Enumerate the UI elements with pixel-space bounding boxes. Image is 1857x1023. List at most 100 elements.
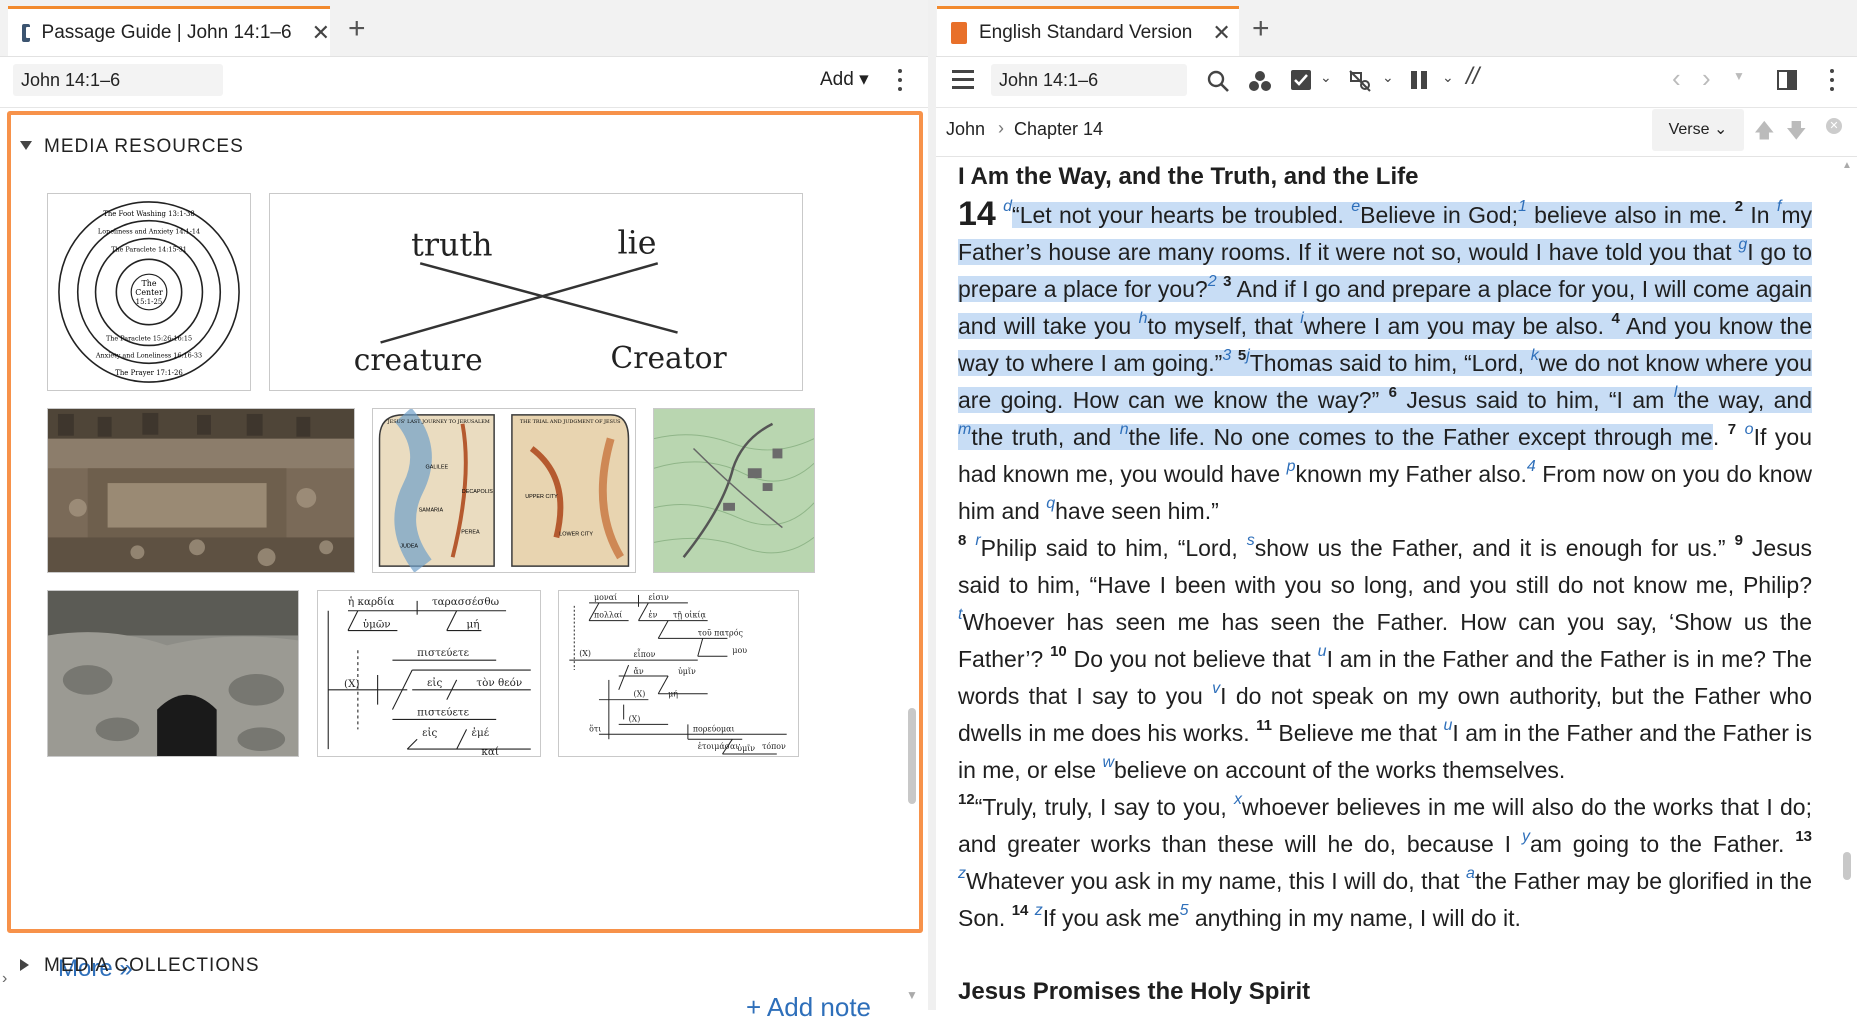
- greek-word: εἶπον: [634, 649, 656, 659]
- footnote[interactable]: 2: [1208, 273, 1217, 290]
- verse-dropdown[interactable]: Verse ⌄: [1652, 109, 1744, 151]
- breadcrumb-separator-icon: ›: [998, 118, 1004, 138]
- breadcrumb-chapter[interactable]: Chapter 14: [1014, 119, 1103, 140]
- cross-reference[interactable]: m: [958, 421, 971, 438]
- cross-reference[interactable]: d: [1003, 198, 1012, 215]
- verse-text: where I am you may be also.: [1303, 313, 1612, 339]
- cross-reference[interactable]: n: [1120, 421, 1129, 438]
- tab-title: English Standard Version: [979, 21, 1193, 43]
- cross-reference[interactable]: q: [1046, 495, 1055, 512]
- section-title: MEDIA COLLECTIONS: [44, 955, 260, 976]
- greek-word: (X): [579, 649, 591, 658]
- greek-diagram-1: ἡ καρδία ταρασσέσθω ὑμῶν μή πιστεύετε (X…: [327, 595, 531, 756]
- verse-text: In: [1743, 202, 1777, 228]
- bible-paragraph: 14 d“Let not your hearts be troubled. eB…: [958, 196, 1813, 530]
- footnote[interactable]: 3: [1222, 347, 1231, 364]
- ring-label-6: The Prayer 17:1-26: [115, 369, 183, 377]
- media-thumbnail-greek-diagram-1[interactable]: ἡ καρδία ταρασσέσθω ὑμῶν μή πιστεύετε (X…: [317, 590, 541, 757]
- footnote[interactable]: 4: [1527, 458, 1536, 475]
- add-tab-icon[interactable]: +: [348, 12, 366, 46]
- cross-reference[interactable]: h: [1139, 310, 1148, 327]
- topographic-map-graphic: [654, 409, 814, 572]
- chevron-down-icon[interactable]: ⌄: [1442, 69, 1454, 86]
- ruins-photo: [48, 409, 354, 572]
- scroll-up-icon[interactable]: ▲: [1842, 160, 1852, 171]
- right-scrollbar-thumb[interactable]: [1843, 852, 1851, 880]
- cross-reference[interactable]: p: [1287, 458, 1296, 475]
- parallel-icon[interactable]: //: [1466, 63, 1479, 91]
- passage-guide-icon: [22, 23, 34, 42]
- verse-number: 14: [1011, 902, 1029, 919]
- cross-reference[interactable]: u: [1318, 643, 1327, 660]
- media-thumbnail-greek-diagram-2[interactable]: μοναί εἰσιν πολλαί ἐν τῇ οἰκίᾳ τοῦ πατρό…: [558, 590, 799, 757]
- reference-input[interactable]: John 14:1–6: [13, 64, 223, 96]
- reference-input[interactable]: John 14:1–6: [991, 64, 1187, 96]
- greek-word: μοναί: [594, 593, 617, 602]
- cross-reference[interactable]: v: [1212, 680, 1220, 697]
- footnote[interactable]: 1: [1518, 198, 1527, 215]
- verse-text: Do you not believe that: [1066, 646, 1318, 672]
- place-lower-city: LOWER CITY: [559, 531, 593, 537]
- panel-collapse-chevron-icon[interactable]: ›: [2, 970, 7, 988]
- more-options-icon[interactable]: [1830, 69, 1834, 96]
- more-options-icon[interactable]: [898, 69, 902, 96]
- cross-reference[interactable]: g: [1738, 236, 1747, 253]
- scroll-down-icon[interactable]: ▼: [906, 988, 918, 1002]
- clear-icon[interactable]: ✕: [1826, 118, 1842, 134]
- left-tab-bar: Passage Guide | John 14:1–6 ✕ +: [0, 0, 928, 57]
- back-icon[interactable]: ‹: [1672, 63, 1681, 94]
- media-thumbnail-tunnel-photo[interactable]: [47, 590, 299, 757]
- cross-reference[interactable]: o: [1745, 421, 1754, 438]
- greek-word: ἡ καρδία: [348, 595, 394, 608]
- greek-word: τῇ οἰκίᾳ: [673, 611, 706, 621]
- breadcrumb-book[interactable]: John: [946, 119, 985, 140]
- verse-text: believe on account of the works themselv…: [1114, 757, 1566, 783]
- forward-icon[interactable]: ›: [1702, 63, 1711, 94]
- history-dropdown-icon[interactable]: ▼: [1733, 69, 1745, 83]
- close-icon[interactable]: ✕: [1212, 20, 1230, 46]
- menu-icon[interactable]: [952, 70, 974, 89]
- cross-reference[interactable]: a: [1466, 865, 1475, 882]
- media-thumbnail-topographic-map[interactable]: [653, 408, 815, 573]
- collapse-icon[interactable]: [20, 141, 32, 150]
- panel-splitter[interactable]: [928, 0, 936, 1010]
- cross-reference[interactable]: x: [1234, 791, 1242, 808]
- cross-reference[interactable]: y: [1522, 828, 1530, 845]
- visual-filter-icon[interactable]: [1248, 69, 1272, 93]
- highlighted-passage: “Let not your hearts be troubled. eBelie…: [958, 198, 1813, 450]
- media-thumbnail-chiasm-circle[interactable]: The Center 15:1-25 The Foot Washing 13:1…: [47, 193, 251, 391]
- interlinear-icon[interactable]: [1346, 67, 1374, 93]
- split-view-icon[interactable]: [1776, 69, 1798, 91]
- media-thumbnail-truth-lie-diagram[interactable]: truth lie creature Creator: [269, 193, 803, 391]
- tab-esv[interactable]: English Standard Version ✕: [937, 6, 1239, 56]
- left-scrollbar-thumb[interactable]: [908, 708, 916, 804]
- chevron-down-icon[interactable]: ⌄: [1320, 69, 1332, 86]
- expand-icon[interactable]: [20, 959, 29, 971]
- greek-word: ὑμῖν: [678, 667, 696, 676]
- cross-reference[interactable]: e: [1351, 198, 1360, 215]
- add-tab-icon[interactable]: +: [1252, 12, 1270, 46]
- media-thumbnail-jesus-journey-maps[interactable]: JESUS' LAST JOURNEY TO JERUSALEM THE TRI…: [372, 408, 636, 573]
- verse-number: 6: [1388, 384, 1397, 401]
- cross-reference[interactable]: z: [1035, 902, 1043, 919]
- cross-reference[interactable]: k: [1531, 347, 1539, 364]
- verse-text: Whatever you ask in my name, this I will…: [966, 868, 1467, 894]
- cross-reference[interactable]: z: [958, 865, 966, 882]
- bible-paragraph: 12“Truly, truly, I say to you, xwhoever …: [958, 789, 1812, 937]
- media-thumbnail-ruins-photo[interactable]: [47, 408, 355, 573]
- columns-icon[interactable]: [1408, 69, 1430, 91]
- arrow-up-icon[interactable]: 🡅: [1754, 116, 1775, 150]
- search-icon[interactable]: [1206, 69, 1230, 93]
- greek-word: ἐμέ: [471, 726, 489, 739]
- center-label-1: The: [141, 279, 156, 288]
- cross-reference[interactable]: s: [1247, 532, 1255, 549]
- arrow-down-icon[interactable]: 🡇: [1786, 116, 1807, 150]
- checklist-icon[interactable]: [1288, 67, 1314, 93]
- verse-text: the way, and: [1677, 387, 1813, 413]
- tab-passage-guide[interactable]: Passage Guide | John 14:1–6 ✕: [8, 6, 330, 56]
- cross-reference[interactable]: w: [1102, 754, 1114, 771]
- add-button[interactable]: Add ▾: [820, 68, 869, 91]
- close-icon[interactable]: ✕: [312, 20, 330, 46]
- add-note-link[interactable]: + Add note: [746, 992, 871, 1023]
- chevron-down-icon[interactable]: ⌄: [1382, 69, 1394, 86]
